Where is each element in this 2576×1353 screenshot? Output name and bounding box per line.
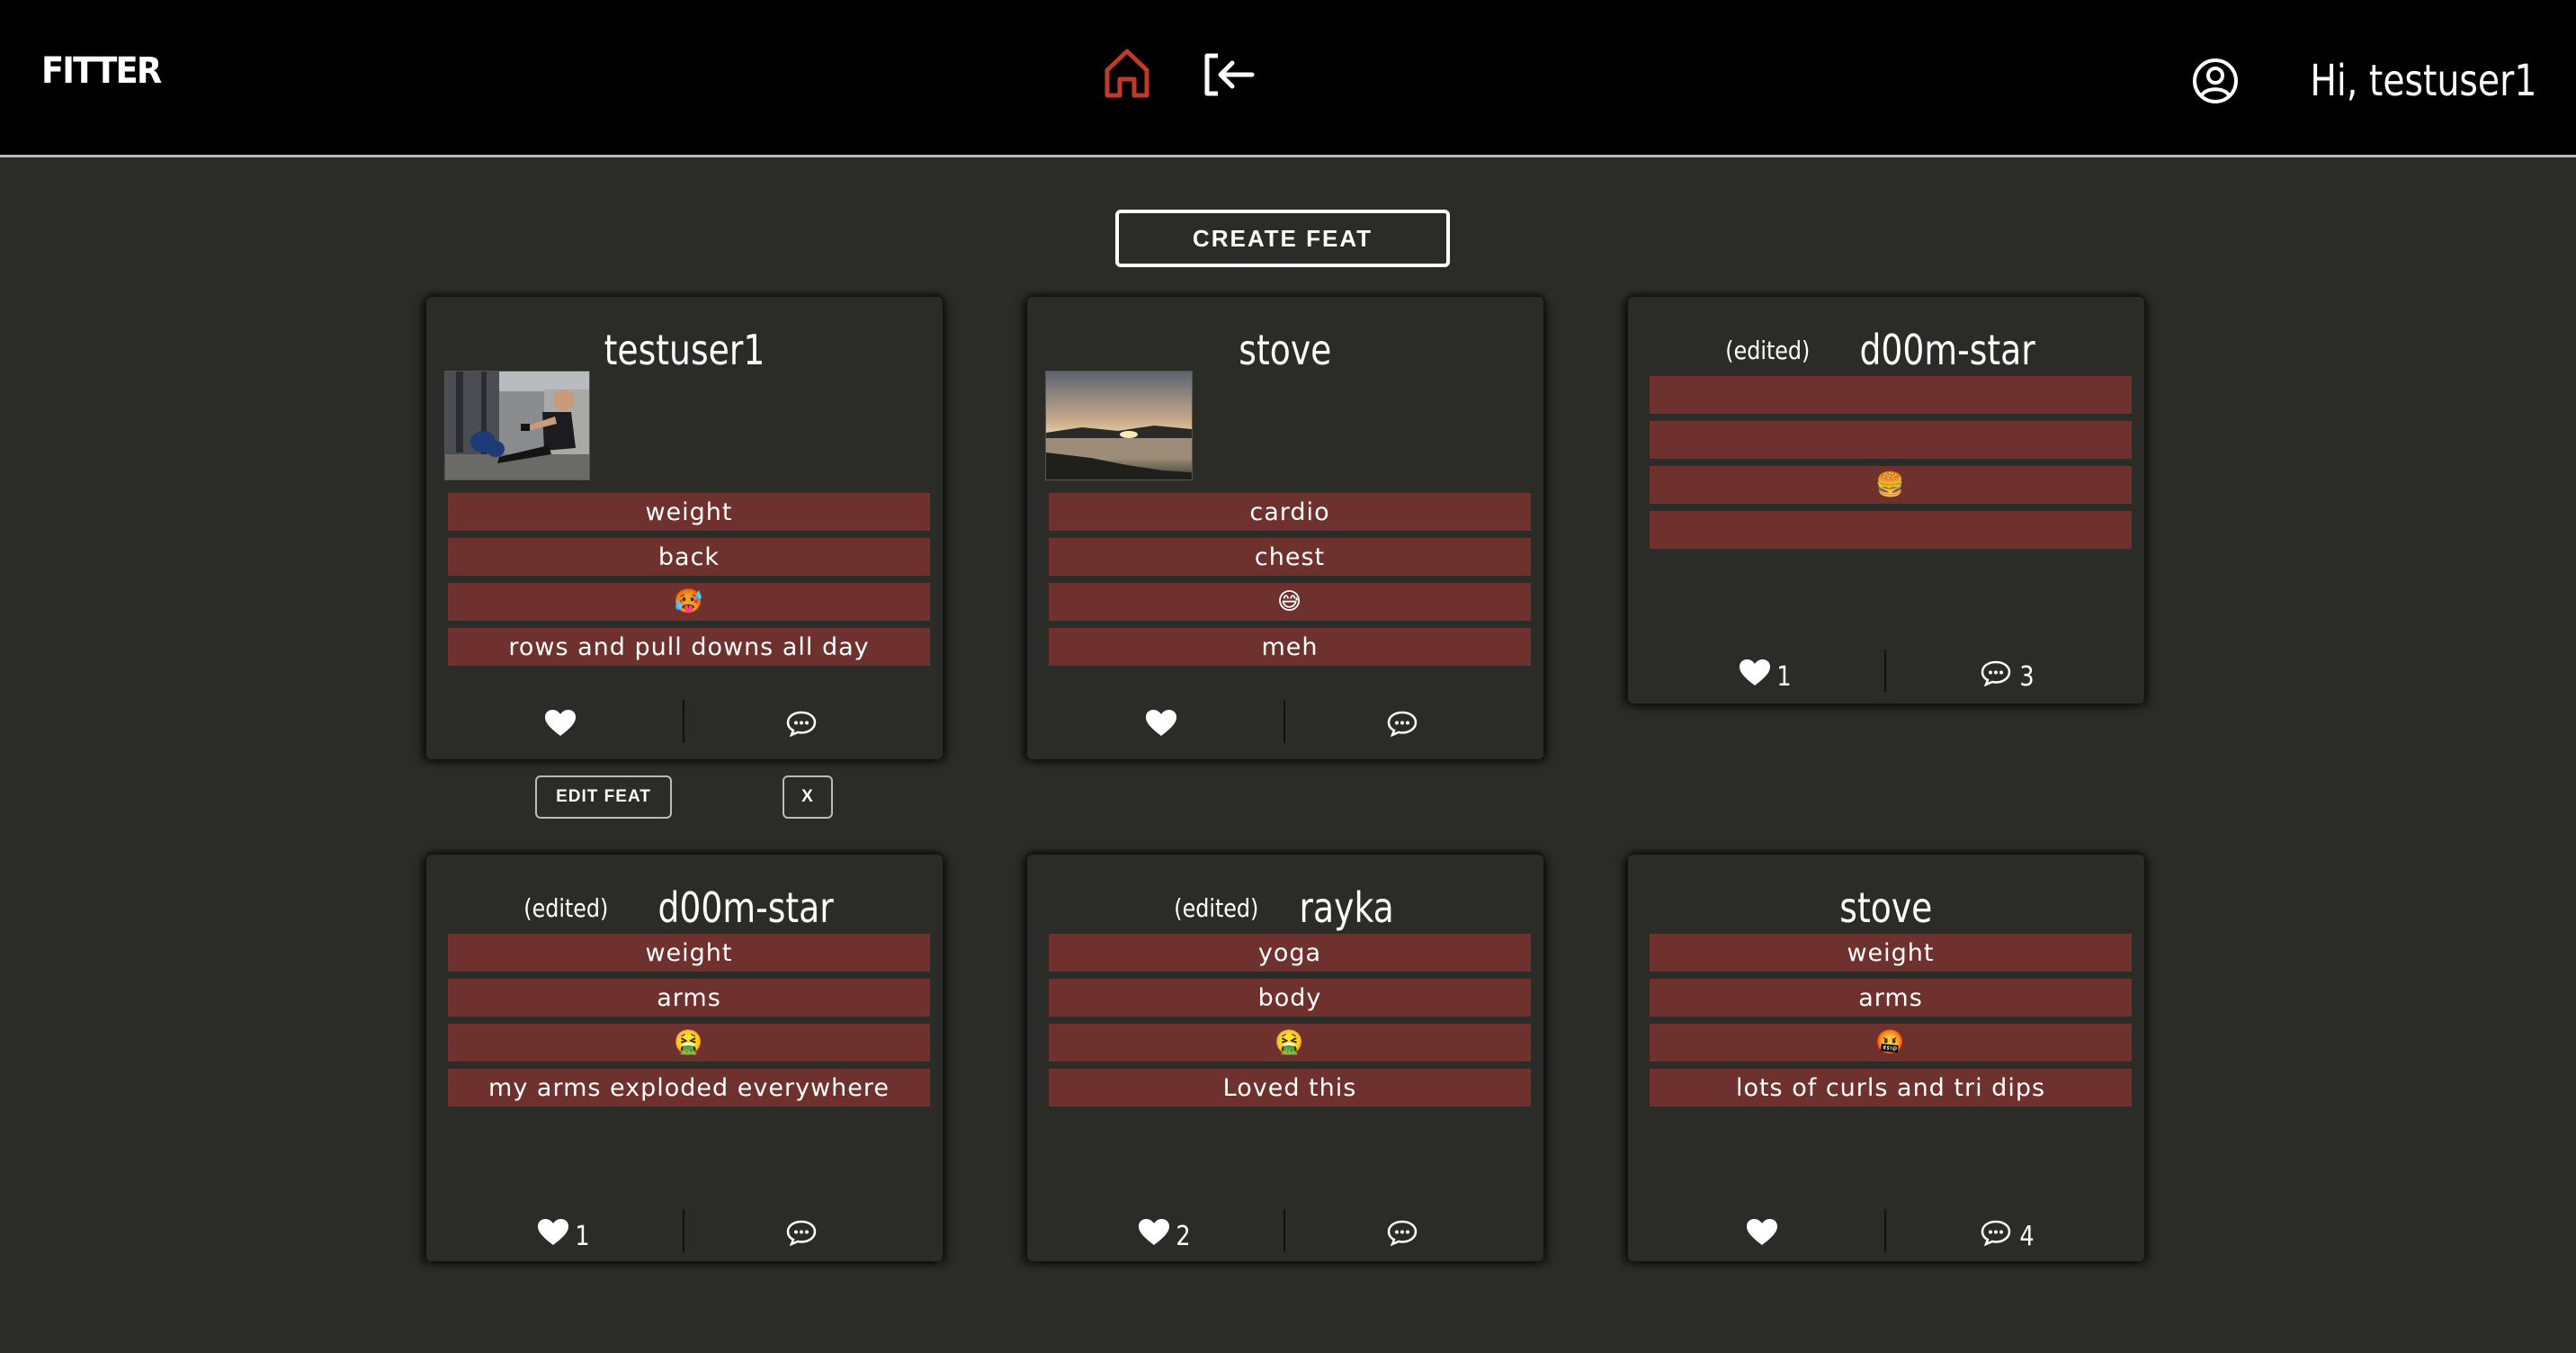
comment-icon [1387,711,1418,737]
home-icon[interactable] [1102,47,1152,99]
user-circle-icon [2192,58,2238,103]
like-button[interactable]: 2 [1139,1209,1192,1256]
feat-card: stove weight arms 🤬 lots of curls and tr… [1628,855,2144,1261]
feat-tag-bodypart: body [1049,979,1531,1017]
create-feat-button[interactable]: CREATE FEAT [1115,210,1450,267]
user-menu[interactable]: Hi, testuser1 [2192,52,2536,110]
like-button[interactable]: 1 [538,1209,591,1256]
delete-feat-button[interactable]: X [783,775,833,819]
like-button[interactable] [1747,1209,1783,1256]
heart-icon [1740,659,1770,685]
feat-card: stove cardio chest 😅 meh [1027,297,1543,759]
comment-icon [1981,1220,2011,1246]
feat-tag-mood: 😅 [1049,583,1531,621]
feat-author[interactable]: stove [1839,883,1932,932]
feat-author[interactable]: rayka [1300,883,1394,932]
heart-icon [1139,1219,1169,1245]
feat-tag-mood: 🤬 [1650,1024,2132,1062]
comment-icon [1387,1220,1418,1246]
comment-button[interactable]: 4 [1981,1209,2035,1256]
feat-author[interactable]: testuser1 [604,326,765,374]
feat-tag-description: lots of curls and tri dips [1650,1069,2132,1107]
edited-label: (edited) [523,892,608,923]
feat-tag-bodypart: chest [1049,538,1531,576]
feat-tag-description [1650,511,2132,549]
comment-icon [1981,660,2011,686]
comment-button[interactable] [1387,700,1425,747]
app-logo[interactable]: FITTER [41,50,162,92]
comment-button[interactable] [1387,1209,1425,1256]
feat-tag-type [1650,376,2132,414]
feat-tag-type: cardio [1049,493,1531,531]
heart-icon [538,1219,568,1245]
feat-tag-mood: 🤮 [448,1024,930,1062]
comment-count: 4 [2019,1220,2035,1252]
footer-divider [1284,1209,1285,1252]
footer-divider [1884,1209,1886,1252]
logout-icon[interactable] [1203,52,1256,97]
like-button[interactable] [1146,700,1182,747]
footer-divider [1884,650,1886,693]
edited-label: (edited) [1724,335,1810,365]
feat-card: testuser1 weight back 🥵 rows and pull do… [426,297,943,759]
like-count: 1 [575,1220,590,1252]
feat-tag-bodypart [1650,421,2132,459]
comment-count: 3 [2019,660,2035,693]
feat-card: (edited) d00m-star 🍔 1 3 [1628,297,2144,703]
comment-button[interactable] [786,700,824,747]
feat-tag-type: yoga [1049,934,1531,972]
feat-tag-type: weight [448,934,930,972]
feat-tag-bodypart: arms [448,979,930,1017]
feat-tag-type: weight [448,493,930,531]
feat-card: (edited) d00m-star weight arms 🤮 my arms … [426,855,943,1261]
feat-tag-mood: 🥵 [448,583,930,621]
feat-tag-description: rows and pull downs all day [448,628,930,666]
feat-tag-bodypart: back [448,538,930,576]
feat-tag-mood: 🤮 [1049,1024,1531,1062]
feat-tag-bodypart: arms [1650,979,2132,1017]
footer-divider [1284,700,1285,743]
footer-divider [683,700,684,743]
feat-author[interactable]: d00m-star [1860,326,2035,374]
feat-author[interactable]: d00m-star [658,883,834,932]
comment-button[interactable]: 3 [1981,650,2035,696]
feat-author[interactable]: stove [1239,326,1331,374]
heart-icon [1146,710,1176,736]
comment-icon [786,711,817,737]
feat-tag-description: my arms exploded everywhere [448,1069,930,1107]
feat-tag-type: weight [1650,934,2132,972]
heart-icon [545,710,576,736]
comment-icon [786,1220,817,1246]
like-button[interactable] [545,700,581,747]
heart-icon [1747,1219,1777,1245]
edit-feat-button[interactable]: EDIT FEAT [535,775,672,819]
top-navigation-bar: FITTER Hi, testuser1 [0,0,2576,157]
like-count: 1 [1776,660,1792,693]
edited-label: (edited) [1173,892,1258,923]
feat-tag-mood: 🍔 [1650,466,2132,504]
footer-divider [683,1209,684,1252]
feat-image [444,371,590,480]
like-button[interactable]: 1 [1740,650,1793,696]
user-greeting: Hi, testuser1 [2309,56,2536,106]
like-count: 2 [1176,1220,1191,1252]
comment-button[interactable] [786,1209,824,1256]
feat-tag-description: meh [1049,628,1531,666]
feat-image [1045,371,1193,480]
feat-tag-description: Loved this [1049,1069,1531,1107]
feat-card: (edited) rayka yoga body 🤮 Loved this 2 [1027,855,1543,1261]
